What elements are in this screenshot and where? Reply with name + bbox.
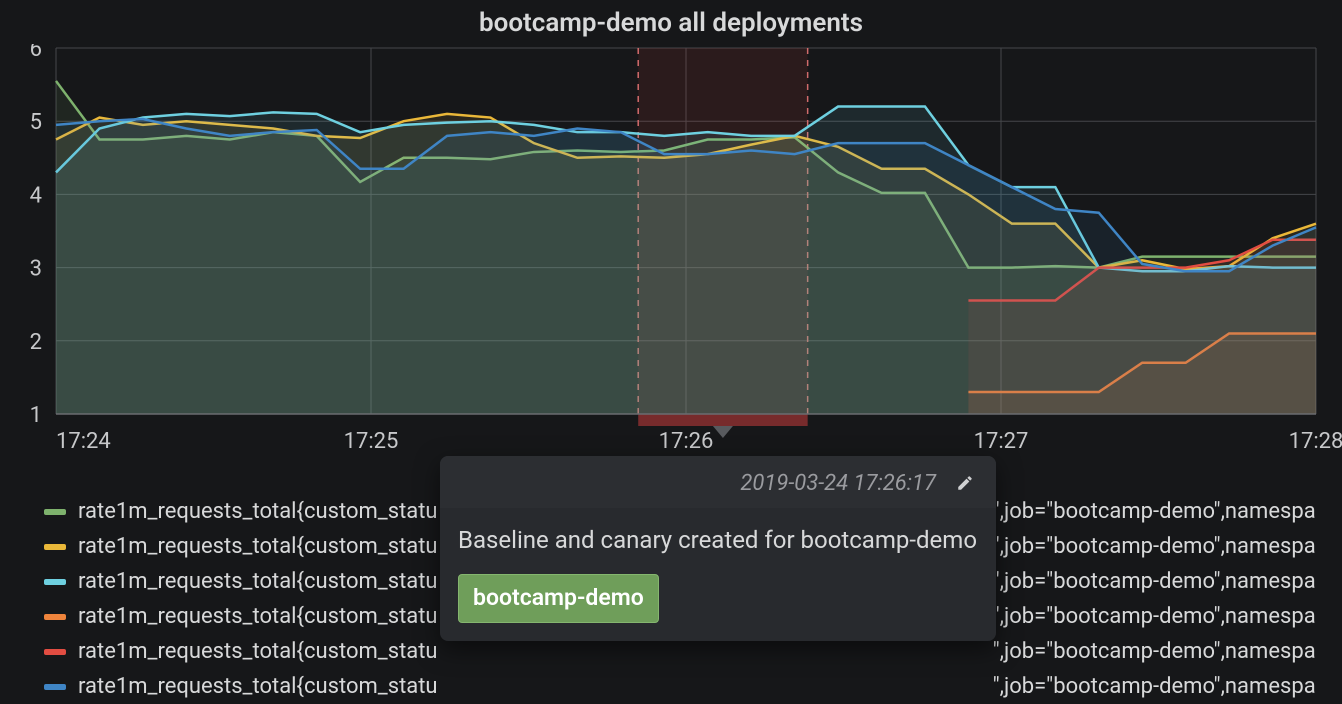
svg-text:5: 5 xyxy=(30,110,42,135)
legend-label-left: rate1m_requests_total{custom_statu xyxy=(78,674,438,699)
svg-text:6: 6 xyxy=(30,44,42,62)
legend-label-left: rate1m_requests_total{custom_statu xyxy=(78,499,438,524)
svg-text:17:25: 17:25 xyxy=(344,429,399,454)
annotation-tooltip: 2019-03-24 17:26:17 Baseline and canary … xyxy=(440,456,996,641)
legend-label-right: ",job="bootcamp-demo",namespa xyxy=(993,534,1316,559)
tooltip-text: Baseline and canary created for bootcamp… xyxy=(458,522,978,558)
tooltip-body: Baseline and canary created for bootcamp… xyxy=(440,508,996,641)
svg-text:4: 4 xyxy=(30,183,42,208)
legend-label-right: ",job="bootcamp-demo",namespa xyxy=(993,499,1316,524)
legend-label-left: rate1m_requests_total{custom_statu xyxy=(78,534,438,559)
legend-label-right: ",job="bootcamp-demo",namespa xyxy=(993,569,1316,594)
tooltip-tag[interactable]: bootcamp-demo xyxy=(458,574,659,623)
legend-swatch xyxy=(44,614,66,620)
legend-label-left: rate1m_requests_total{custom_statu xyxy=(78,569,438,594)
svg-text:17:24: 17:24 xyxy=(56,429,111,454)
legend-swatch xyxy=(44,579,66,585)
pencil-icon xyxy=(956,474,974,492)
panel-title: bootcamp-demo all deployments xyxy=(0,0,1342,44)
legend-swatch xyxy=(44,509,66,515)
legend-label-left: rate1m_requests_total{custom_statu xyxy=(78,639,438,664)
legend-swatch xyxy=(44,684,66,690)
legend-label-right: ",job="bootcamp-demo",namespa xyxy=(993,639,1316,664)
tooltip-timestamp: 2019-03-24 17:26:17 xyxy=(740,471,936,496)
svg-text:17:27: 17:27 xyxy=(974,429,1029,454)
line-chart-svg: 1 2 3 4 5 6 17:24 17:25 17:26 17:27 17:28 xyxy=(0,44,1342,474)
legend-item[interactable]: rate1m_requests_total{custom_statu ",job=… xyxy=(44,669,1322,704)
chart-panel: bootcamp-demo all deployments 1 2 3 4 5 6 17:2… xyxy=(0,0,1342,704)
svg-text:1: 1 xyxy=(30,403,42,428)
legend-label-left: rate1m_requests_total{custom_statu xyxy=(78,604,438,629)
legend-swatch xyxy=(44,649,66,655)
legend-swatch xyxy=(44,544,66,550)
svg-text:2: 2 xyxy=(30,330,42,355)
svg-text:17:28: 17:28 xyxy=(1289,429,1342,454)
tooltip-header: 2019-03-24 17:26:17 xyxy=(440,456,996,508)
edit-annotation-button[interactable] xyxy=(950,468,980,498)
svg-text:3: 3 xyxy=(30,257,42,282)
plot-area[interactable]: 1 2 3 4 5 6 17:24 17:25 17:26 17:27 17:28 xyxy=(0,44,1342,474)
legend-label-right: ",job="bootcamp-demo",namespa xyxy=(993,604,1316,629)
svg-text:17:26: 17:26 xyxy=(659,429,714,454)
legend-label-right: ",job="bootcamp-demo",namespa xyxy=(993,674,1316,699)
